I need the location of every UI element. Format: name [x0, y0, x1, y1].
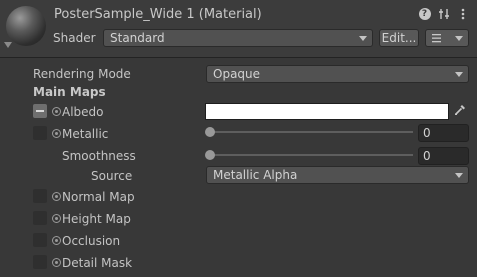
source-label: Source	[91, 169, 133, 183]
height-map-texture-slot[interactable]	[33, 211, 47, 225]
detail-mask-texture-picker-icon[interactable]	[52, 258, 61, 267]
smoothness-slider-thumb[interactable]	[205, 150, 215, 160]
rendering-mode-dropdown[interactable]: Opaque	[206, 65, 469, 83]
kebab-menu-icon[interactable]	[456, 7, 469, 20]
list-icon	[432, 34, 441, 43]
rendering-mode-value: Opaque	[213, 67, 261, 81]
rendering-mode-label: Rendering Mode	[33, 67, 131, 81]
albedo-label: Albedo	[62, 105, 104, 119]
material-preview-sphere	[6, 6, 46, 46]
material-title: PosterSample_Wide 1 (Material)	[54, 7, 262, 22]
help-icon[interactable]: ?	[418, 7, 431, 20]
metallic-texture-picker-icon[interactable]	[52, 129, 61, 138]
material-header: PosterSample_Wide 1 (Material) ? Shader …	[0, 0, 477, 58]
metallic-value-field[interactable]: 0	[418, 124, 469, 142]
eyedropper-icon[interactable]	[452, 104, 468, 120]
normal-map-label: Normal Map	[62, 190, 135, 204]
shader-label: Shader	[53, 31, 96, 45]
height-map-texture-picker-icon[interactable]	[52, 214, 61, 223]
detail-mask-texture-slot[interactable]	[33, 255, 47, 269]
source-dropdown-value: Metallic Alpha	[213, 168, 298, 182]
header-icons: ?	[418, 7, 469, 20]
main-maps-heading: Main Maps	[33, 85, 106, 99]
shader-options-button[interactable]	[425, 29, 469, 47]
chevron-down-icon	[359, 36, 367, 41]
occlusion-label: Occlusion	[62, 234, 121, 248]
albedo-texture-slot[interactable]	[33, 104, 47, 118]
edit-button[interactable]: Edit...	[379, 29, 419, 47]
detail-mask-label: Detail Mask	[62, 256, 133, 270]
metallic-slider-track[interactable]	[210, 131, 413, 133]
metallic-label: Metallic	[62, 127, 109, 141]
height-map-label: Height Map	[62, 212, 131, 226]
foldout-arrow-icon[interactable]	[4, 42, 12, 48]
shader-dropdown-value: Standard	[110, 31, 165, 45]
metallic-texture-slot[interactable]	[33, 126, 47, 140]
occlusion-texture-slot[interactable]	[33, 233, 47, 247]
chevron-down-icon	[455, 36, 463, 41]
source-dropdown[interactable]: Metallic Alpha	[206, 166, 469, 184]
shader-dropdown[interactable]: Standard	[103, 29, 373, 47]
preset-sliders-icon[interactable]	[437, 7, 450, 20]
chevron-down-icon	[455, 173, 463, 178]
occlusion-texture-picker-icon[interactable]	[52, 236, 61, 245]
normal-map-texture-slot[interactable]	[33, 189, 47, 203]
smoothness-slider-track[interactable]	[210, 154, 413, 156]
normal-map-texture-picker-icon[interactable]	[52, 192, 61, 201]
chevron-down-icon	[455, 72, 463, 77]
albedo-color-field[interactable]	[205, 103, 449, 120]
metallic-slider-thumb[interactable]	[205, 127, 215, 137]
smoothness-value-field[interactable]: 0	[418, 147, 469, 165]
albedo-texture-picker-icon[interactable]	[52, 107, 61, 116]
smoothness-label: Smoothness	[62, 149, 136, 163]
